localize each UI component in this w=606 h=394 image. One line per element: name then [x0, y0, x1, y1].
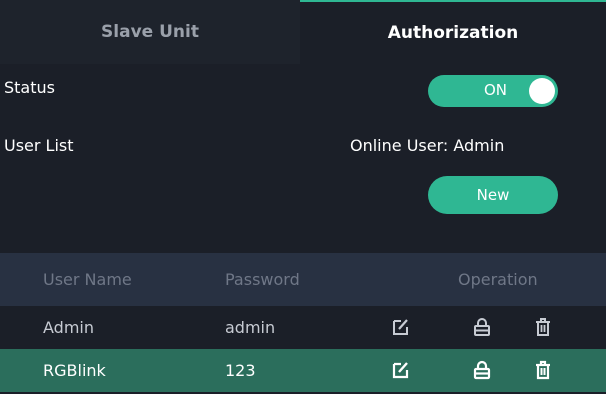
toggle-knob — [529, 78, 555, 104]
tab-authorization[interactable]: Authorization — [300, 0, 606, 64]
column-password: Password — [225, 270, 300, 289]
online-user-text: Online User: Admin — [350, 136, 505, 155]
trash-icon[interactable] — [532, 316, 554, 338]
edit-icon[interactable] — [390, 316, 412, 338]
toggle-text: ON — [484, 81, 508, 99]
column-operation: Operation — [458, 270, 538, 289]
table-header: User Name Password Operation — [0, 253, 606, 306]
edit-icon[interactable] — [390, 359, 412, 381]
status-toggle[interactable]: ON — [428, 75, 558, 107]
cell-password: admin — [225, 318, 276, 337]
user-list-label: User List — [4, 136, 74, 155]
trash-icon[interactable] — [532, 359, 554, 381]
column-user-name: User Name — [43, 270, 132, 289]
lock-icon[interactable] — [471, 359, 493, 381]
status-label: Status — [4, 78, 55, 97]
new-user-button[interactable]: New — [428, 176, 558, 214]
cell-user-name: Admin — [43, 318, 94, 337]
cell-user-name: RGBlink — [43, 361, 106, 380]
table-row[interactable]: Admin admin — [0, 306, 606, 349]
lock-icon[interactable] — [471, 316, 493, 338]
table-row[interactable]: RGBlink 123 — [0, 349, 606, 392]
cell-password: 123 — [225, 361, 256, 380]
tab-slave-unit[interactable]: Slave Unit — [0, 0, 300, 64]
tab-bar: Slave Unit Authorization — [0, 0, 606, 64]
